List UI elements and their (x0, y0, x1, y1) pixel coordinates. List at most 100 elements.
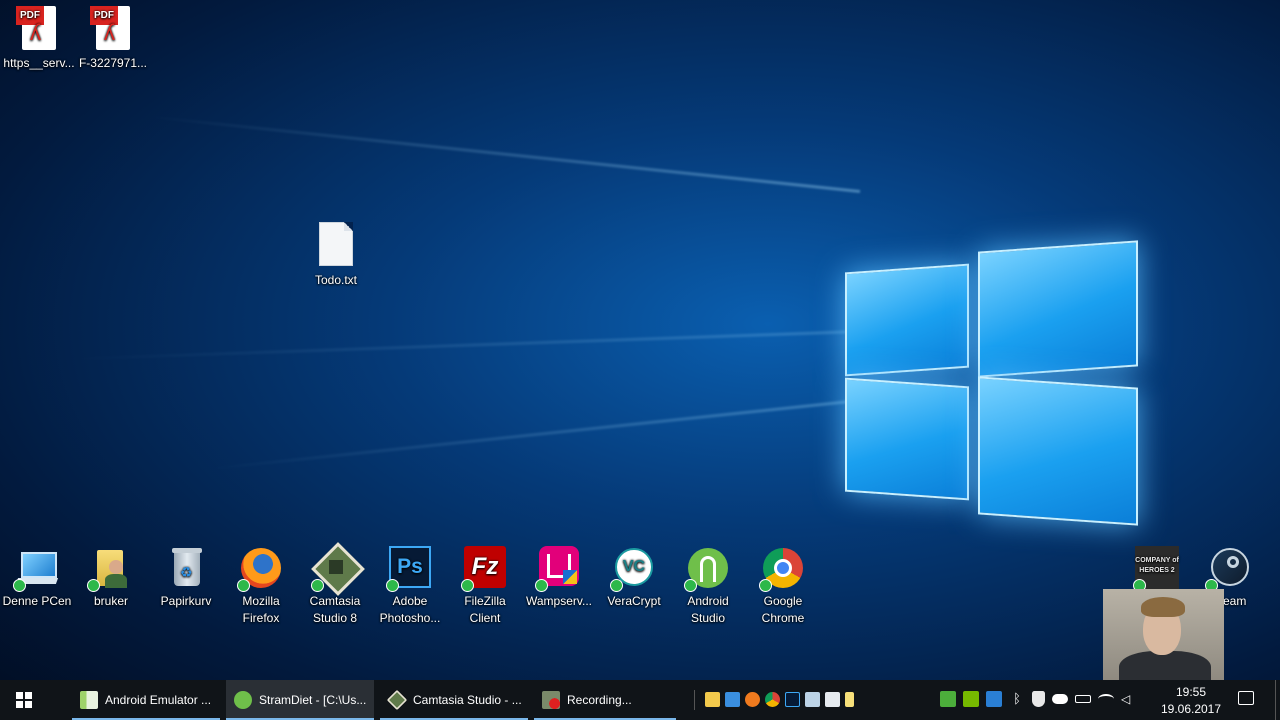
logo-pane (845, 377, 969, 501)
file-explorer-icon[interactable] (705, 692, 720, 707)
desktop: PDF ʎ https__serv... PDF ʎ F-3227971... To… (0, 0, 1280, 680)
tray-app-icon[interactable] (986, 691, 1002, 707)
sync-check-icon (87, 579, 100, 592)
desktop-icon-photoshop[interactable]: Ps Adobe Photosho... (373, 546, 447, 627)
recycle-bin-icon: ♻ (164, 546, 208, 590)
taskbar-item-label: Android Emulator ... (105, 693, 212, 707)
clock-date: 19.06.2017 (1160, 702, 1222, 716)
wallpaper-beam (60, 330, 861, 361)
camtasia-icon (311, 542, 365, 596)
icon-label: Papirkurv (160, 594, 212, 608)
sync-check-icon (386, 579, 399, 592)
security-shield-icon[interactable] (1032, 691, 1045, 707)
pdf-file-icon: PDF ʎ (16, 6, 56, 50)
filezilla-icon: Fz (461, 546, 507, 592)
wifi-icon[interactable] (1098, 694, 1114, 704)
wampserver-icon (535, 546, 581, 592)
desktop-icon-filezilla[interactable]: Fz FileZilla Client (448, 546, 522, 627)
desktop-icon-todo[interactable]: Todo.txt (299, 222, 373, 289)
sync-check-icon (237, 579, 250, 592)
toolbar-divider (694, 690, 695, 710)
steam-icon (1205, 546, 1251, 592)
taskbar-item-recording[interactable]: Recording... (534, 680, 676, 720)
icon-label: Denne PCen (2, 594, 72, 608)
icon-label: Google Chrome (761, 594, 805, 625)
desktop-icon-recycle-bin[interactable]: ♻ Papirkurv (149, 546, 223, 610)
action-center-icon[interactable] (1238, 691, 1254, 705)
icon-label: Todo.txt (314, 273, 358, 287)
wallpaper-beam (203, 400, 851, 471)
icon-label: Adobe Photosho... (379, 594, 441, 625)
desktop-icon-bruker[interactable]: bruker (74, 546, 148, 610)
icon-label: VeraCrypt (607, 594, 661, 608)
quick-launch-toolbar (705, 692, 854, 707)
desktop-icon-this-pc[interactable]: Denne PCen (0, 546, 74, 610)
pdf-file-icon: PDF ʎ (90, 6, 130, 50)
show-desktop-button[interactable] (1275, 680, 1276, 720)
android-studio-icon (234, 691, 252, 709)
desktop-icon-pdf-2[interactable]: PDF ʎ F-3227971... (76, 6, 150, 72)
sync-check-icon (759, 579, 772, 592)
taskbar: Android Emulator ... StramDiet - [C:\Us.… (0, 680, 1280, 720)
desktop-icon-company-of-heroes[interactable]: COMPANY of HEROES 2 (1120, 546, 1194, 593)
sync-check-icon (311, 579, 324, 592)
start-button[interactable] (0, 680, 48, 720)
desktop-icon-android-studio[interactable]: Android Studio (671, 546, 745, 627)
tray-app-icon[interactable] (940, 691, 956, 707)
wallpaper-beam (143, 114, 861, 193)
photoshop-icon: Ps (386, 546, 432, 592)
taskbar-clock[interactable]: 19:55 19.06.2017 (1150, 684, 1232, 718)
notes-icon[interactable] (845, 692, 854, 707)
logo-pane (845, 263, 969, 377)
icon-label: F-3227971... (78, 56, 148, 70)
webcam-overlay (1103, 589, 1224, 680)
pinned-app-icon[interactable] (805, 692, 820, 707)
icon-label: Camtasia Studio 8 (309, 594, 361, 625)
clock-time: 19:55 (1175, 685, 1207, 699)
taskbar-item-camtasia[interactable]: Camtasia Studio - ... (380, 680, 528, 720)
photoshop-icon[interactable] (785, 692, 800, 707)
sync-check-icon (610, 579, 623, 592)
sync-check-icon (535, 579, 548, 592)
windows-logo (840, 228, 1140, 526)
desktop-icon-chrome[interactable]: Google Chrome (746, 546, 820, 627)
icon-label: https__serv... (3, 56, 75, 70)
bluetooth-icon[interactable]: ᛒ (1009, 691, 1025, 707)
battery-icon[interactable] (1075, 695, 1091, 703)
icon-label: bruker (93, 594, 128, 608)
logo-pane (978, 240, 1138, 378)
system-tray: ᛒ ◁ (940, 691, 1137, 707)
taskbar-item-android-studio[interactable]: StramDiet - [C:\Us... (226, 680, 374, 720)
windows-start-icon (16, 692, 32, 708)
pinned-app-icon[interactable] (825, 692, 840, 707)
firefox-icon (237, 546, 283, 592)
veracrypt-icon: VC (610, 546, 656, 592)
recording-icon (542, 691, 560, 709)
icon-label: Android Studio (687, 594, 729, 625)
firefox-icon[interactable] (745, 692, 760, 707)
desktop-icon-camtasia[interactable]: Camtasia Studio 8 (298, 542, 372, 627)
android-studio-icon (684, 546, 730, 592)
computer-icon (13, 546, 59, 592)
sync-check-icon (684, 579, 697, 592)
android-emulator-icon (80, 691, 98, 709)
desktop-icon-wampserver[interactable]: Wampserv... (522, 546, 596, 610)
taskbar-item-label: Camtasia Studio - ... (413, 693, 522, 707)
desktop-icon-pdf-1[interactable]: PDF ʎ https__serv... (2, 6, 76, 72)
icon-label: FileZilla Client (464, 594, 506, 625)
volume-icon[interactable]: ◁ (1121, 691, 1137, 707)
icon-label: Mozilla Firefox (242, 594, 280, 625)
desktop-icon-veracrypt[interactable]: VC VeraCrypt (597, 546, 671, 610)
text-file-icon (319, 222, 353, 266)
user-folder-icon (87, 546, 133, 592)
onedrive-cloud-icon[interactable] (1052, 694, 1068, 704)
chrome-icon[interactable] (765, 692, 780, 707)
nvidia-icon[interactable] (963, 691, 979, 707)
taskbar-item-android-emulator[interactable]: Android Emulator ... (72, 680, 220, 720)
company-of-heroes-icon: COMPANY of HEROES 2 (1133, 546, 1179, 592)
chrome-icon (759, 546, 805, 592)
logo-pane (978, 376, 1138, 526)
pinned-app-icon[interactable] (725, 692, 740, 707)
icon-label: Wampserv... (525, 594, 592, 608)
desktop-icon-firefox[interactable]: Mozilla Firefox (224, 546, 298, 627)
